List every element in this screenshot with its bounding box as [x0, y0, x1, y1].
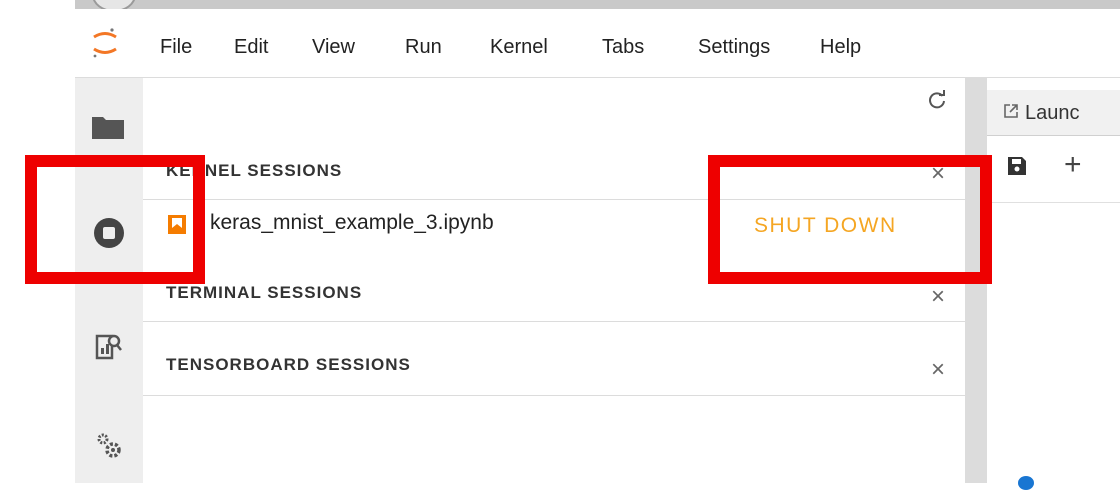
menu-run[interactable]: Run: [405, 36, 442, 59]
menu-help[interactable]: Help: [820, 36, 861, 59]
menu-tabs[interactable]: Tabs: [602, 36, 644, 59]
add-cell-button[interactable]: +: [1064, 148, 1082, 182]
launch-icon: [1004, 104, 1018, 118]
settings-gears-icon[interactable]: [94, 430, 124, 460]
main-area: Launc +: [987, 78, 1120, 483]
menu-kernel[interactable]: Kernel: [490, 36, 548, 59]
terminal-sessions-close-icon[interactable]: ×: [931, 283, 945, 311]
jupyter-logo-icon: [93, 28, 117, 58]
menu-settings[interactable]: Settings: [698, 36, 770, 59]
notebook-toolbar: +: [987, 136, 1120, 203]
left-sidebar: [75, 78, 144, 483]
menu-bar: File Edit View Run Kernel Tabs Settings …: [75, 9, 1120, 78]
tab-launcher[interactable]: Launc: [987, 90, 1120, 136]
panel-splitter[interactable]: [965, 78, 987, 483]
window-top-strip: [75, 0, 1120, 9]
status-indicator: [1018, 476, 1034, 490]
tensorboard-sessions-title: TENSORBOARD SESSIONS: [166, 355, 411, 374]
folder-icon[interactable]: [91, 114, 125, 140]
tab-label: Launc: [1025, 102, 1080, 124]
menu-file[interactable]: File: [160, 36, 192, 59]
save-icon[interactable]: [1007, 156, 1027, 176]
kernel-sessions-title: KERNEL SESSIONS: [166, 161, 343, 180]
running-sessions-icon[interactable]: [93, 217, 125, 249]
tensorboard-sessions-close-icon[interactable]: ×: [931, 356, 945, 384]
running-sessions-panel: KERNEL SESSIONS × keras_mnist_example_3.…: [143, 78, 965, 483]
kernel-sessions-close-icon[interactable]: ×: [931, 160, 945, 188]
tensorboard-icon[interactable]: [95, 332, 123, 360]
refresh-icon[interactable]: [927, 90, 947, 110]
divider: [143, 321, 965, 322]
divider: [143, 199, 965, 200]
shut-down-button[interactable]: SHUT DOWN: [754, 214, 897, 238]
menu-view[interactable]: View: [312, 36, 355, 59]
terminal-sessions-title: TERMINAL SESSIONS: [166, 283, 363, 302]
menu-edit[interactable]: Edit: [234, 36, 268, 59]
session-name[interactable]: keras_mnist_example_3.ipynb: [210, 211, 494, 235]
notebook-icon: [168, 215, 186, 234]
divider: [143, 395, 965, 396]
